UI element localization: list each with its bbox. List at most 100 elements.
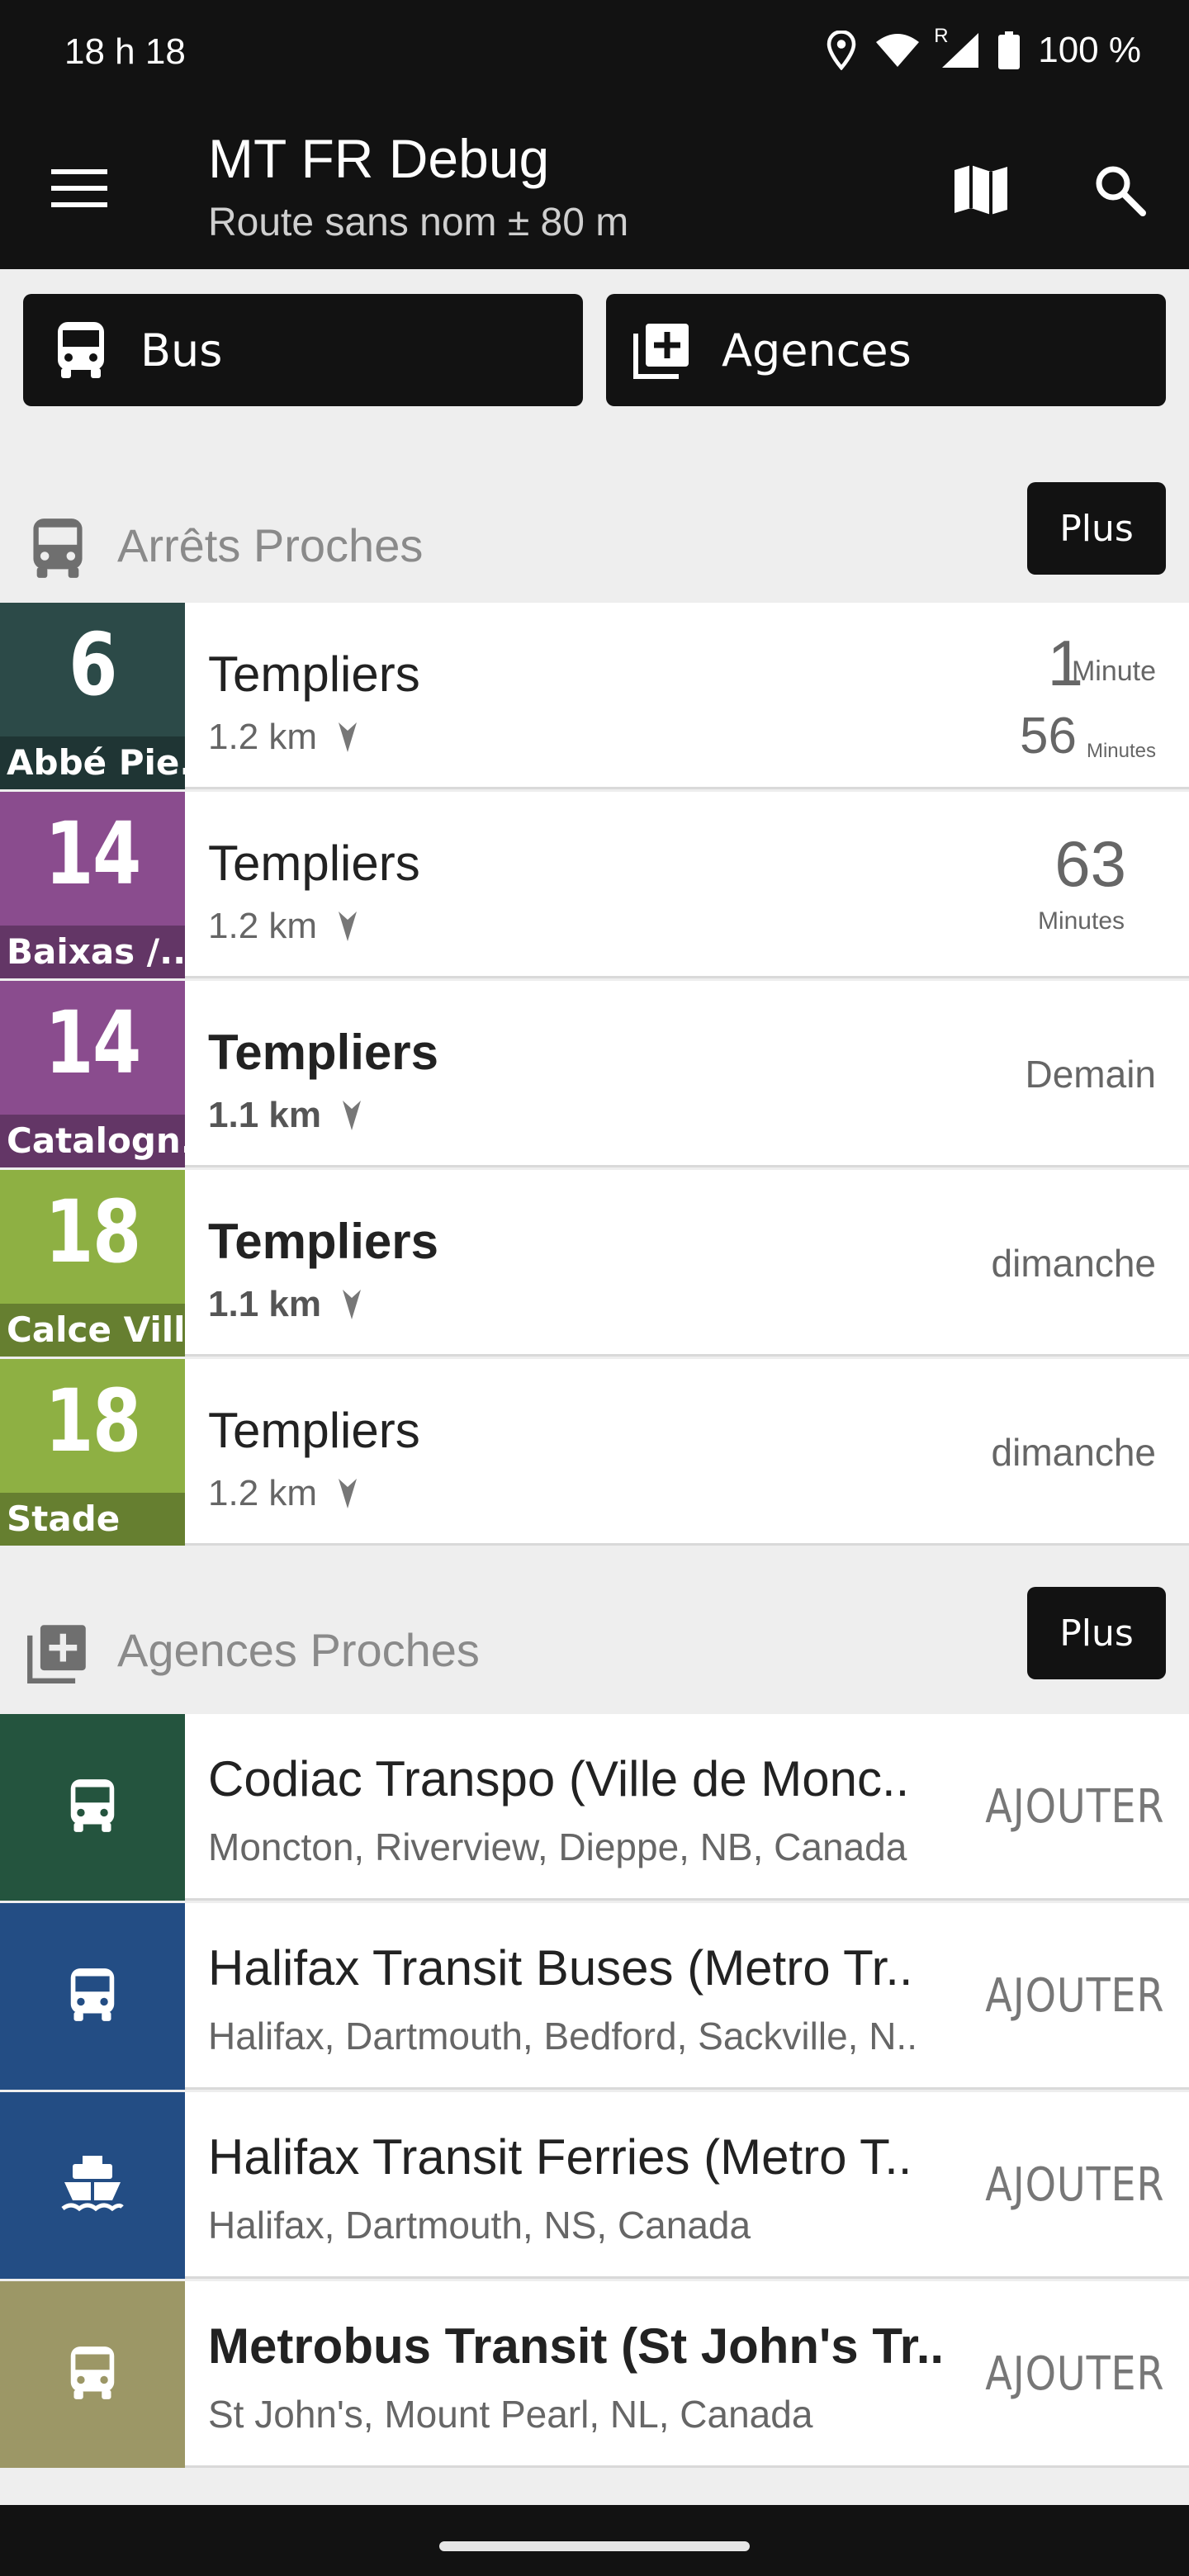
compass-arrow-icon	[342, 1290, 361, 1319]
stop-name: Templiers	[208, 646, 420, 702]
arrival-time: Demain	[941, 981, 1156, 1167]
stop-distance: 1.1 km	[208, 1095, 362, 1136]
next-arrival-unit: Minutes	[1037, 907, 1125, 935]
bus-icon	[68, 1778, 117, 1838]
stop-name: Templiers	[208, 1214, 438, 1269]
bus-type-button[interactable]: Bus	[23, 294, 583, 406]
bus-button-label: Bus	[140, 324, 223, 376]
stop-row[interactable]: 6Abbé Pie..Templiers1.2 km1Minute56Minut…	[0, 603, 1189, 789]
status-icons: R 100 %	[827, 25, 1141, 71]
stop-distance: 1.2 km	[208, 906, 358, 947]
compass-arrow-icon	[339, 722, 358, 752]
arrival-time: 63 Minutes	[941, 792, 1156, 978]
stop-distance: 1.2 km	[208, 717, 358, 758]
next-arrival-day: dimanche	[991, 1431, 1156, 1474]
route-direction: Stade	[0, 1493, 185, 1546]
route-number: 14	[45, 992, 141, 1093]
agency-badge	[0, 1903, 185, 2090]
cell-signal-icon: R	[934, 25, 980, 69]
arrival-time: dimanche	[941, 1359, 1156, 1546]
add-agency-button[interactable]: AJOUTER	[985, 2347, 1164, 2401]
bus-icon	[68, 1967, 117, 2027]
agency-name: Halifax Transit Ferries (Metro T..	[208, 2129, 912, 2185]
agency-name: Codiac Transpo (Ville de Monc..	[208, 1751, 910, 1807]
status-bar: 18 h 18 R 100 %	[0, 0, 1189, 107]
distance-value: 1.2 km	[208, 717, 318, 757]
bus-icon	[58, 322, 104, 378]
stop-name: Templiers	[208, 1025, 438, 1080]
status-time: 18 h 18	[64, 31, 186, 72]
next-arrival-unit: Minute	[1071, 656, 1156, 687]
next-arrival-day: dimanche	[991, 1242, 1156, 1285]
distance-value: 1.2 km	[208, 906, 318, 946]
bus-icon	[68, 2345, 117, 2405]
stop-name: Templiers	[208, 1403, 420, 1458]
agencies-button-label: Agences	[722, 324, 912, 376]
compass-arrow-icon	[339, 1479, 358, 1508]
library-add-icon	[633, 324, 689, 379]
route-direction: Calce Vill..	[0, 1304, 185, 1357]
search-button[interactable]	[1080, 150, 1159, 230]
app-bar: MT FR Debug Route sans nom ± 80 m	[0, 107, 1189, 269]
bus-icon	[33, 519, 83, 578]
stop-distance: 1.2 km	[208, 1473, 358, 1514]
agency-name: Metrobus Transit (St John's Tr..	[208, 2318, 945, 2374]
battery-icon	[998, 31, 1021, 69]
menu-button[interactable]	[40, 149, 119, 228]
agency-row[interactable]: Metrobus Transit (St John's Tr.. St John'…	[0, 2281, 1189, 2468]
library-add-icon	[27, 1625, 86, 1683]
stop-distance: 1.1 km	[208, 1284, 362, 1325]
nearby-agencies-title: Agences Proches	[117, 1624, 480, 1676]
following-arrival-unit: Minutes	[1086, 740, 1156, 762]
nearby-agencies-more-button[interactable]: Plus	[1027, 1587, 1166, 1679]
compass-arrow-icon	[339, 912, 358, 941]
route-badge: 14 Catalogn..	[0, 981, 185, 1167]
distance-value: 1.1 km	[208, 1095, 321, 1135]
nearby-stops-more-button[interactable]: Plus	[1027, 482, 1166, 575]
wifi-icon	[876, 34, 920, 67]
arrival-time: 1 Minute 56 Minutes	[941, 603, 1156, 789]
stop-name: Templiers	[208, 836, 420, 891]
distance-value: 1.1 km	[208, 1284, 321, 1324]
map-button[interactable]	[941, 150, 1021, 230]
add-agency-button[interactable]: AJOUTER	[985, 2158, 1164, 2212]
location-icon	[827, 31, 856, 70]
route-badge: 14 Baixas /..	[0, 792, 185, 978]
agency-location: St John's, Mount Pearl, NL, Canada	[208, 2393, 813, 2436]
route-badge: 18 Calce Vill..	[0, 1170, 185, 1357]
route-number: 14	[45, 803, 141, 904]
agency-row[interactable]: Codiac Transpo (Ville de Monc.. Moncton, …	[0, 1714, 1189, 1901]
compass-arrow-icon	[342, 1101, 361, 1130]
agency-badge	[0, 1714, 185, 1901]
agency-row[interactable]: Halifax Transit Buses (Metro Tr.. Halifax…	[0, 1903, 1189, 2090]
stop-row[interactable]: 18 Stade Templiers 1.2 km dimanche	[0, 1359, 1189, 1546]
route-badge: 18 Stade	[0, 1359, 185, 1546]
nearby-stops-header: Arrêts Proches Plus	[0, 482, 1189, 598]
battery-percent: 100 %	[1038, 30, 1141, 70]
agencies-button[interactable]: Agences	[606, 294, 1166, 406]
agency-name: Halifax Transit Buses (Metro Tr..	[208, 1940, 913, 1996]
roaming-indicator: R	[934, 25, 949, 47]
add-agency-button[interactable]: AJOUTER	[985, 1969, 1164, 2023]
route-number: 18	[45, 1181, 141, 1282]
home-gesture-handle[interactable]	[439, 2541, 750, 2551]
stop-row[interactable]: 18 Calce Vill.. Templiers 1.1 km dimanche	[0, 1170, 1189, 1357]
route-direction: Abbé Pie..	[0, 736, 185, 789]
stop-row[interactable]: 14 Catalogn.. Templiers 1.1 km Demain	[0, 981, 1189, 1167]
agency-location: Halifax, Dartmouth, Bedford, Sackville, …	[208, 2015, 917, 2057]
route-direction: Baixas /..	[0, 926, 185, 978]
ferry-icon	[61, 2154, 124, 2218]
agency-badge	[0, 2281, 185, 2468]
navigation-bar	[0, 2505, 1189, 2576]
add-agency-button[interactable]: AJOUTER	[985, 1780, 1164, 1834]
agency-row[interactable]: Halifax Transit Ferries (Metro T.. Halifa…	[0, 2092, 1189, 2279]
stop-row[interactable]: 14 Baixas /.. Templiers 1.2 km 63 Minutes	[0, 792, 1189, 978]
following-arrival-value: 56	[1020, 708, 1077, 765]
next-arrival-value: 63	[1054, 827, 1126, 900]
distance-value: 1.2 km	[208, 1473, 318, 1513]
nearby-agencies-header: Agences Proches Plus	[0, 1587, 1189, 1702]
route-number: 6	[69, 614, 117, 715]
app-title: MT FR Debug	[208, 128, 550, 189]
route-badge: 6 Abbé Pie..	[0, 603, 185, 789]
arrival-time: dimanche	[941, 1170, 1156, 1357]
